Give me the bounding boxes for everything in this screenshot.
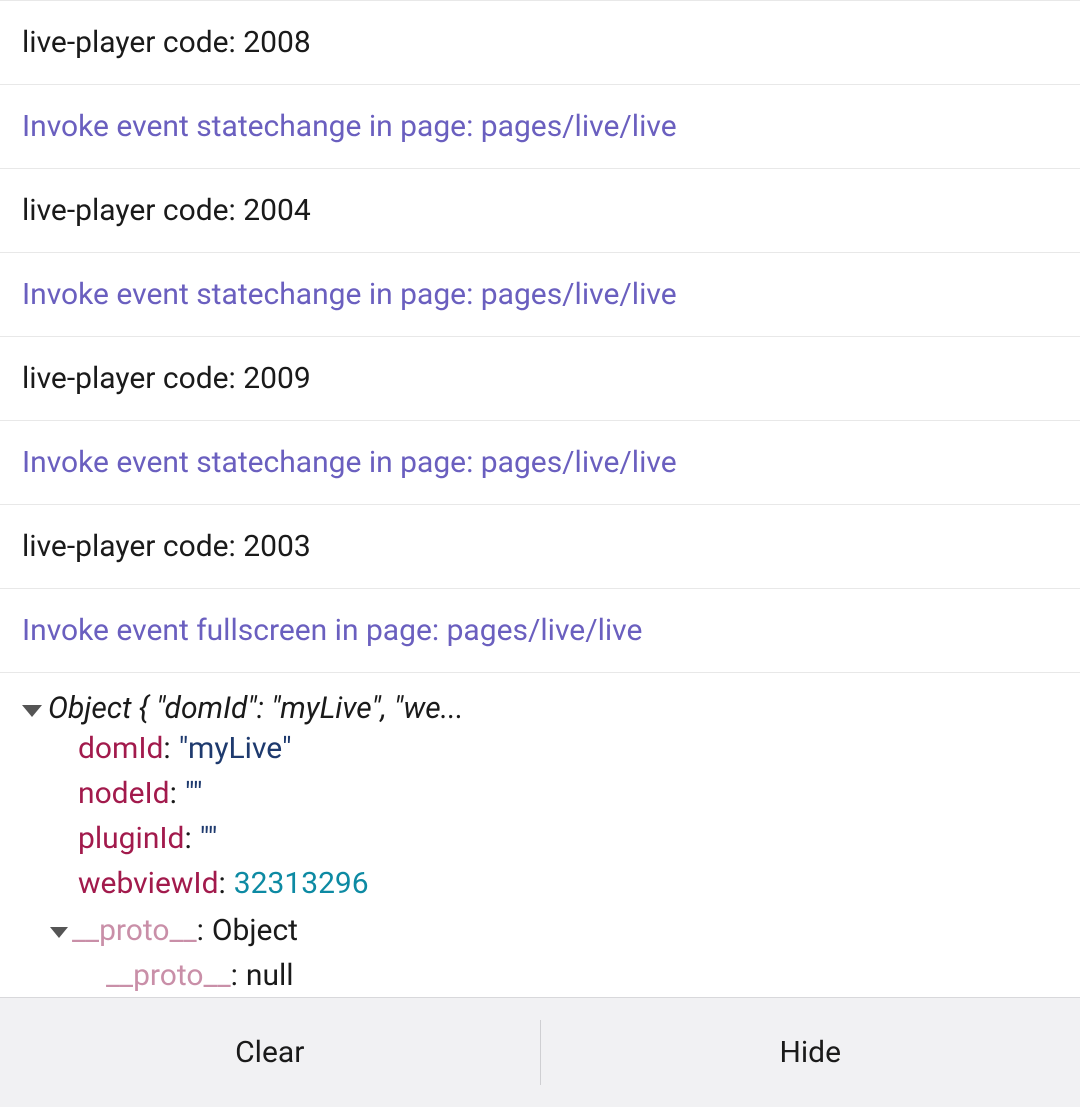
log-text: live-player code: 2003 xyxy=(22,529,311,564)
console-log-list: live-player code: 2008 Invoke event stat… xyxy=(0,0,1080,997)
clear-button-label: Clear xyxy=(235,1035,304,1070)
disclosure-triangle-icon xyxy=(50,927,68,938)
log-row[interactable]: Invoke event statechange in page: pages/… xyxy=(0,85,1080,169)
property-key: webviewId xyxy=(78,861,219,906)
bottom-toolbar: Clear Hide xyxy=(0,997,1080,1107)
property-key: pluginId xyxy=(78,816,184,861)
property-row[interactable]: webviewId: 32313296 xyxy=(78,861,1058,906)
log-row[interactable]: live-player code: 2004 xyxy=(0,169,1080,253)
property-key: domId xyxy=(78,726,163,771)
object-inspector: Object { "domId": "myLive", "we... domId… xyxy=(0,673,1080,997)
log-text: live-player code: 2008 xyxy=(22,25,311,60)
proto-value: Object xyxy=(212,908,298,953)
proto-value: null xyxy=(246,953,294,997)
log-text: live-player code: 2004 xyxy=(22,193,311,228)
log-text: Invoke event statechange in page: pages/… xyxy=(22,277,677,312)
log-text: live-player code: 2009 xyxy=(22,361,311,396)
property-key: nodeId xyxy=(78,771,170,816)
property-row[interactable]: __proto__: null xyxy=(78,953,1058,997)
property-value: 32313296 xyxy=(234,861,369,906)
property-value: "" xyxy=(185,771,203,816)
property-row[interactable]: domId: "myLive" xyxy=(78,726,1058,771)
property-row[interactable]: nodeId: "" xyxy=(78,771,1058,816)
object-properties: domId: "myLive" nodeId: "" pluginId: "" … xyxy=(22,726,1058,997)
clear-button[interactable]: Clear xyxy=(0,998,540,1107)
log-text: Invoke event statechange in page: pages/… xyxy=(22,109,677,144)
log-text: Invoke event fullscreen in page: pages/l… xyxy=(22,613,642,648)
colon: : xyxy=(231,953,238,997)
log-row[interactable]: live-player code: 2003 xyxy=(0,505,1080,589)
colon: : xyxy=(219,861,226,906)
proto-toggle[interactable]: __proto__: Object xyxy=(50,906,1058,953)
colon: : xyxy=(170,771,177,816)
object-toggle[interactable]: Object { "domId": "myLive", "we... xyxy=(22,691,1058,726)
proto-key: __proto__ xyxy=(72,908,197,953)
hide-button-label: Hide xyxy=(779,1035,841,1070)
colon: : xyxy=(184,816,191,861)
disclosure-triangle-icon xyxy=(22,705,42,717)
proto-key: __proto__ xyxy=(106,953,231,997)
object-summary: Object { "domId": "myLive", "we... xyxy=(48,691,464,726)
hide-button[interactable]: Hide xyxy=(541,998,1080,1107)
property-row[interactable]: pluginId: "" xyxy=(78,816,1058,861)
log-row[interactable]: Invoke event statechange in page: pages/… xyxy=(0,253,1080,337)
log-text: Invoke event statechange in page: pages/… xyxy=(22,445,677,480)
colon: : xyxy=(163,726,170,771)
property-value: "myLive" xyxy=(179,726,292,771)
log-row[interactable]: Invoke event fullscreen in page: pages/l… xyxy=(0,589,1080,673)
log-row[interactable]: Invoke event statechange in page: pages/… xyxy=(0,421,1080,505)
colon: : xyxy=(197,908,204,953)
log-row[interactable]: live-player code: 2008 xyxy=(0,0,1080,85)
property-value: "" xyxy=(200,816,218,861)
log-row[interactable]: live-player code: 2009 xyxy=(0,337,1080,421)
